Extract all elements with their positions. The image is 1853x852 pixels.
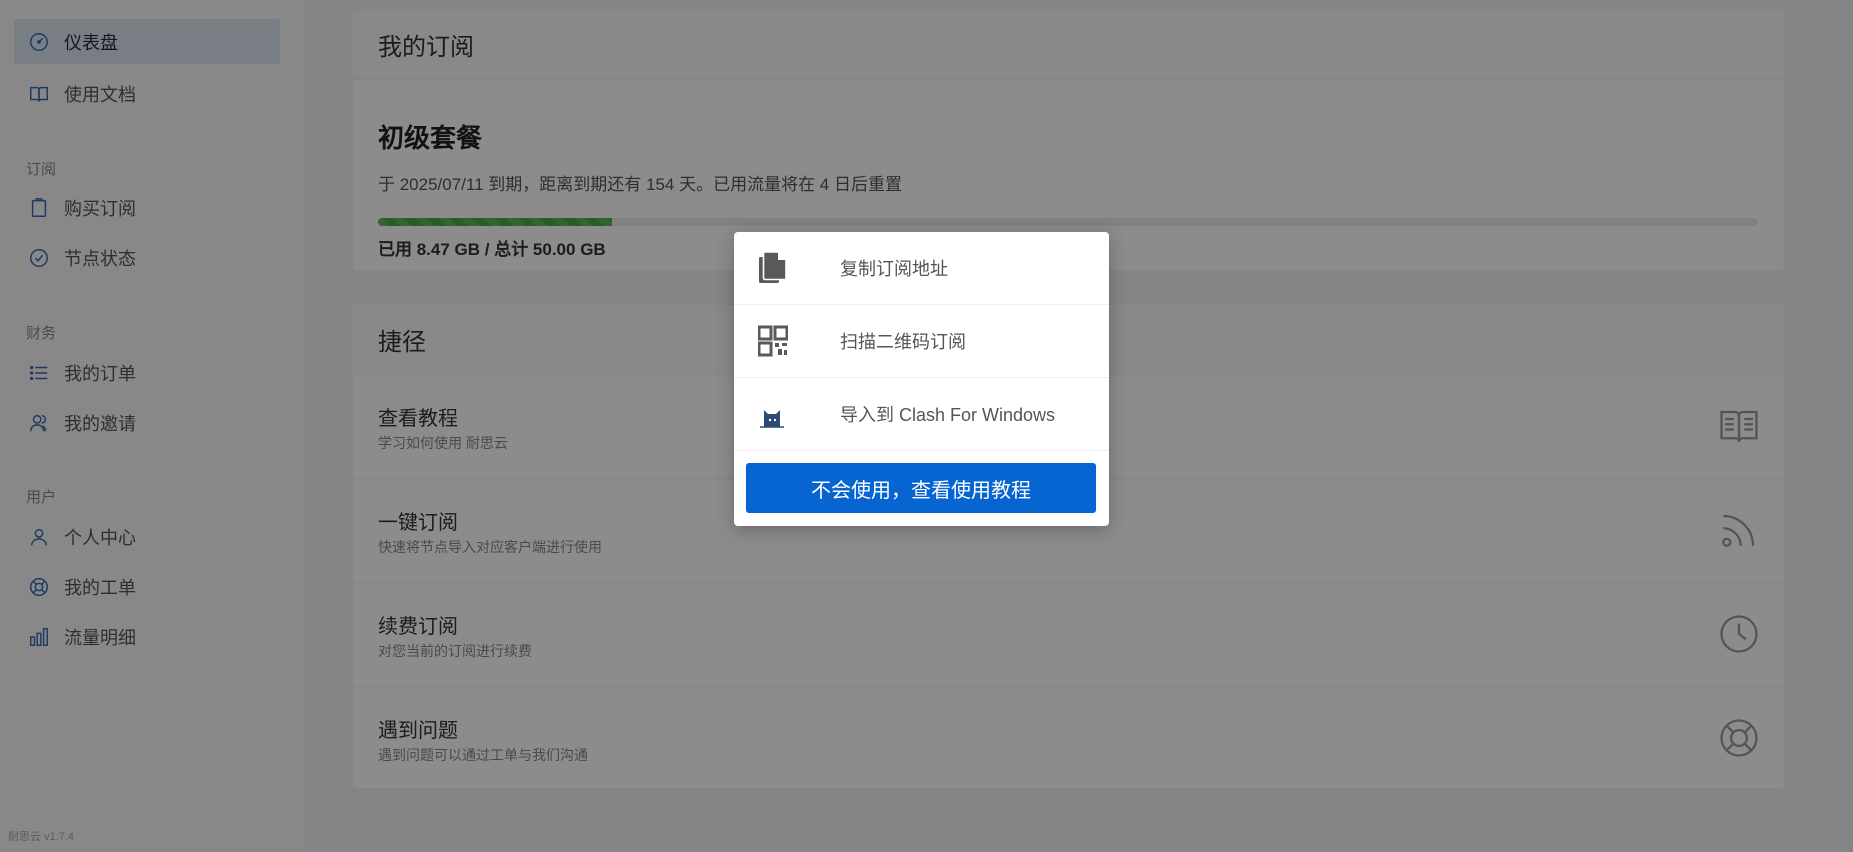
copy-icon	[759, 251, 787, 283]
subscribe-popup: 复制订阅地址 扫描二维码订阅 导入到 Clash For Windows 不会使…	[734, 232, 1109, 526]
menu-item-label: 扫描二维码订阅	[840, 332, 966, 352]
import-clash-item[interactable]: 导入到 Clash For Windows	[734, 378, 1109, 451]
qrcode-icon	[758, 325, 788, 357]
scan-qrcode-item[interactable]: 扫描二维码订阅	[734, 305, 1109, 378]
copy-subscription-url-item[interactable]: 复制订阅地址	[734, 232, 1109, 305]
view-tutorial-button[interactable]: 不会使用，查看使用教程	[746, 463, 1096, 513]
menu-item-label: 复制订阅地址	[840, 259, 948, 279]
clash-cat-icon	[760, 410, 784, 428]
menu-item-label: 导入到 Clash For Windows	[840, 405, 1056, 425]
